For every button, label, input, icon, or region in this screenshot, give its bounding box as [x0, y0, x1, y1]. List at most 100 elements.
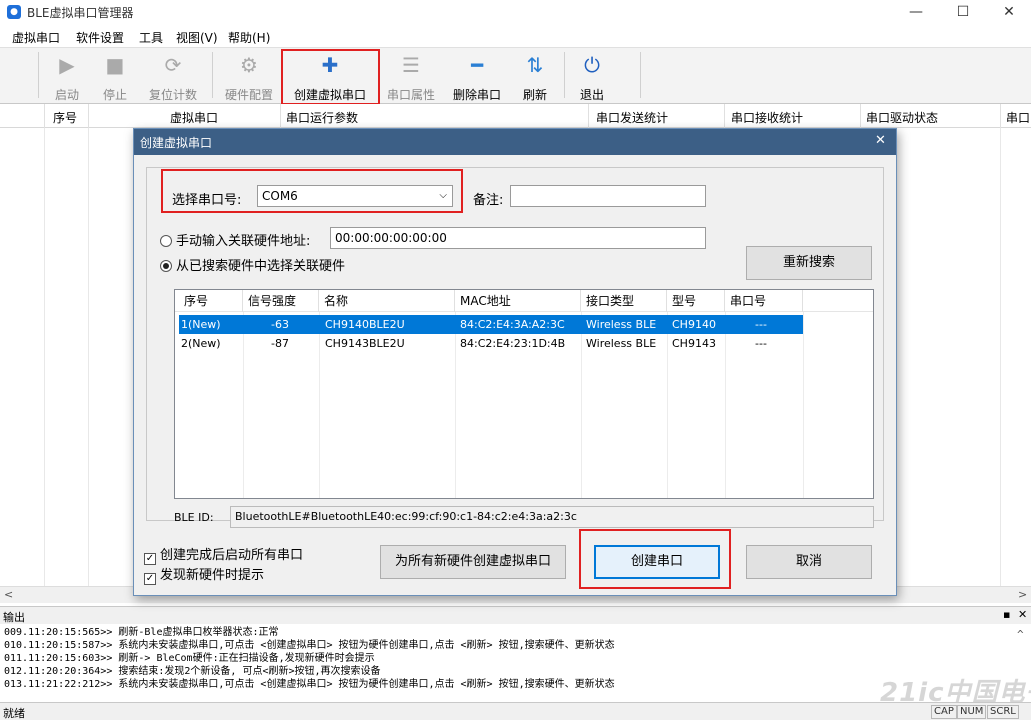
dev-col-name[interactable]: 名称 — [319, 290, 455, 312]
notify-new-option[interactable]: ✓ 发现新硬件时提示 — [144, 564, 264, 585]
toolbar-separator — [38, 52, 39, 98]
port-properties-button[interactable]: ☰ 串口属性 — [382, 50, 440, 102]
reset-counter-icon: ⟳ — [164, 53, 182, 77]
create-virtual-port-button[interactable]: ✚ 创建虚拟串口 — [288, 50, 372, 102]
log-line: 012.11:20:20:364>> 搜索结束:发现2个新设备, 可点<刷新>按… — [4, 666, 381, 677]
auto-start-option[interactable]: ✓ 创建完成后启动所有串口 — [144, 544, 303, 565]
menu-view[interactable]: 视图(V) — [176, 29, 218, 46]
col-virtual-port[interactable]: 虚拟串口 — [170, 109, 218, 126]
exit-label: 退出 — [579, 88, 604, 102]
ble-id-label: BLE ID: — [174, 511, 214, 524]
num-indicator: NUM — [957, 705, 987, 719]
dev-col-port[interactable]: 串口号 — [725, 290, 803, 312]
port-select-label: 选择串口号: — [172, 193, 242, 208]
caps-indicator: CAP — [931, 705, 957, 719]
manual-address-option[interactable]: 手动输入关联硬件地址: — [160, 230, 310, 249]
log-line: 011.11:20:15:603>> 刷新-> BleCom硬件:正在扫描设备,… — [4, 653, 375, 664]
minimize-button[interactable]: — — [893, 0, 939, 24]
port-properties-label: 串口属性 — [386, 88, 435, 102]
create-all-button[interactable]: 为所有新硬件创建虚拟串口 — [380, 545, 566, 579]
hardware-config-label: 硬件配置 — [224, 88, 273, 102]
col-index[interactable]: 序号 — [53, 109, 77, 126]
manual-radio-label: 手动输入关联硬件地址: — [176, 234, 311, 249]
menu-settings[interactable]: 软件设置 — [76, 29, 124, 46]
toolbar-separator — [212, 52, 213, 98]
dialog-title-bar: 创建虚拟串口 ✕ — [134, 129, 896, 155]
exit-button[interactable]: ⏻ 退出 — [572, 50, 612, 102]
output-panel-header: 输出 ▪ ✕ — [0, 606, 1031, 624]
rescan-button[interactable]: 重新搜索 — [746, 246, 872, 280]
note-label: 备注: — [473, 193, 504, 208]
log-line: 010.11:20:15:587>> 系统内未安装虚拟串口,可点击 <创建虚拟串… — [4, 640, 615, 651]
auto-start-label: 创建完成后启动所有串口 — [160, 548, 304, 563]
maximize-button[interactable]: ☐ — [940, 0, 986, 24]
port-list-header: 序号 虚拟串口 串口运行参数 串口发送统计 串口接收统计 串口驱动状态 串口 — [0, 104, 1031, 128]
dev-col-model[interactable]: 型号 — [667, 290, 725, 312]
create-port-button[interactable]: 创建串口 — [594, 545, 720, 579]
port-properties-icon: ☰ — [402, 53, 420, 77]
device-model: CH9143 — [672, 337, 716, 350]
menu-virtual-port[interactable]: 虚拟串口 — [12, 29, 60, 46]
search-radio-label: 从已搜索硬件中选择关联硬件 — [176, 259, 346, 274]
manual-radio[interactable] — [160, 235, 172, 247]
col-recv-stats[interactable]: 串口接收统计 — [731, 109, 803, 126]
menu-tools[interactable]: 工具 — [139, 29, 163, 46]
scroll-right-icon[interactable]: > — [1018, 588, 1027, 601]
toolbar-separator — [564, 52, 565, 98]
status-bar: 就绪 CAP NUM SCRL — [0, 702, 1031, 720]
col-port[interactable]: 串口 — [1006, 109, 1030, 126]
device-name: CH9140BLE2U — [325, 318, 405, 331]
menu-help[interactable]: 帮助(H) — [228, 29, 270, 46]
title-bar: ● BLE虚拟串口管理器 — ☐ ✕ — [0, 0, 1031, 24]
start-button[interactable]: ▶ 启动 — [48, 50, 86, 102]
output-close-icon[interactable]: ✕ — [1018, 608, 1027, 621]
dialog-close-icon[interactable]: ✕ — [875, 133, 886, 148]
col-run-params[interactable]: 串口运行参数 — [286, 109, 358, 126]
output-title: 输出 — [3, 611, 25, 624]
dev-col-index[interactable]: 序号 — [179, 290, 243, 312]
device-name: CH9143BLE2U — [325, 337, 405, 350]
start-label: 启动 — [54, 88, 79, 102]
port-select[interactable]: COM6 ⌵ — [257, 185, 453, 207]
create-port-icon: ✚ — [321, 53, 339, 77]
device-row[interactable]: 2(New) -87 CH9143BLE2U 84:C2:E4:23:1D:4B… — [179, 334, 803, 353]
device-row[interactable]: 1(New) -63 CH9140BLE2U 84:C2:E4:3A:A2:3C… — [179, 315, 803, 334]
hardware-config-icon: ⚙ — [240, 53, 258, 77]
device-mac: 84:C2:E4:23:1D:4B — [460, 337, 566, 350]
pin-icon[interactable]: ▪ — [1003, 608, 1010, 621]
cancel-button[interactable]: 取消 — [746, 545, 872, 579]
delete-port-button[interactable]: ━ 删除串口 — [448, 50, 506, 102]
refresh-label: 刷新 — [522, 88, 547, 102]
log-line: 009.11:20:15:565>> 刷新-Ble虚拟串口枚举器状态:正常 — [4, 627, 279, 638]
refresh-icon: ⇅ — [526, 53, 544, 77]
dev-col-interface[interactable]: 接口类型 — [581, 290, 667, 312]
log-line: 013.11:21:22:212>> 系统内未安装虚拟串口,可点击 <创建虚拟串… — [4, 679, 615, 690]
delete-port-icon: ━ — [470, 53, 484, 77]
stop-button[interactable]: ■ 停止 — [96, 50, 134, 102]
device-port: --- — [755, 337, 767, 350]
dev-col-mac[interactable]: MAC地址 — [455, 290, 581, 312]
device-port: --- — [755, 318, 767, 331]
col-send-stats[interactable]: 串口发送统计 — [596, 109, 668, 126]
dev-col-rssi[interactable]: 信号强度 — [243, 290, 319, 312]
scroll-lock-indicator: SCRL — [987, 705, 1019, 719]
stop-icon: ■ — [105, 53, 125, 77]
search-radio[interactable] — [160, 260, 172, 272]
delete-port-label: 删除串口 — [452, 88, 501, 102]
toolbar-separator — [640, 52, 641, 98]
refresh-button[interactable]: ⇅ 刷新 — [514, 50, 556, 102]
search-hardware-option[interactable]: 从已搜索硬件中选择关联硬件 — [160, 255, 345, 274]
scroll-up-icon[interactable]: ^ — [1017, 628, 1024, 641]
device-table[interactable]: 序号 信号强度 名称 MAC地址 接口类型 型号 串口号 1(New) -63 … — [174, 289, 874, 499]
col-driver-status[interactable]: 串口驱动状态 — [866, 109, 938, 126]
manual-address-input[interactable]: 00:00:00:00:00:00 — [330, 227, 706, 249]
port-select-value: COM6 — [262, 189, 298, 203]
scroll-left-icon[interactable]: < — [4, 588, 13, 601]
close-button[interactable]: ✕ — [986, 0, 1031, 24]
note-input[interactable] — [510, 185, 706, 207]
hardware-config-button[interactable]: ⚙ 硬件配置 — [220, 50, 278, 102]
reset-counter-button[interactable]: ⟳ 复位计数 — [144, 50, 202, 102]
notify-new-checkbox[interactable]: ✓ — [144, 573, 156, 585]
exit-icon: ⏻ — [584, 53, 600, 77]
create-virtual-port-label: 创建虚拟串口 — [293, 88, 366, 102]
